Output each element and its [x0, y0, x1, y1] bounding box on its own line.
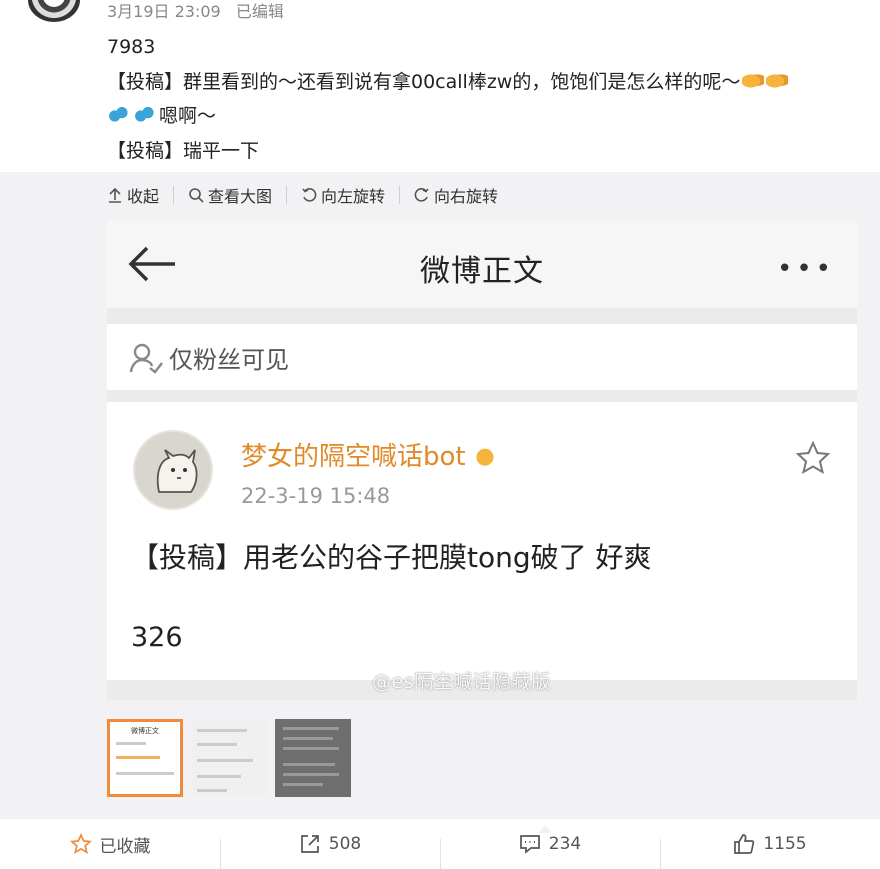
thumbnail-line	[283, 737, 333, 740]
favorite-label: 已收藏	[99, 836, 151, 857]
like-button[interactable]: 1155	[660, 833, 880, 869]
post-line-3-text: 嗯啊～	[159, 105, 217, 127]
comment-count: 234	[548, 834, 582, 854]
toolbar-divider	[173, 186, 175, 204]
sweat-emoji-icon	[107, 105, 129, 125]
weibo-watermark: @es隔空喊话隐藏版	[372, 671, 551, 693]
fans-only-label: 仅粉丝可见	[169, 346, 289, 374]
star-outline-icon	[69, 833, 92, 855]
image-nav-title: 微博正文	[420, 254, 544, 289]
thumbnail-2[interactable]	[191, 719, 267, 797]
more-icon: •••	[776, 254, 835, 284]
fans-only-icon	[129, 343, 163, 374]
thumbnail-line	[197, 775, 241, 778]
media-panel: 收起 查看大图 向左旋转 向右旋转 微博正文 ••• 仅粉丝可见 梦女的隔空喊话…	[0, 172, 880, 819]
rotate-left-button[interactable]: 向左旋转	[301, 183, 385, 207]
post-image[interactable]: 微博正文 ••• 仅粉丝可见 梦女的隔空喊话bot 22-3-19 15:48 …	[107, 220, 857, 700]
repost-button[interactable]: 508	[220, 825, 552, 869]
rotate-left-icon	[302, 188, 317, 202]
thumbnail-line	[283, 747, 339, 750]
repost-count: 508	[328, 834, 362, 854]
repost-caret	[538, 825, 552, 833]
share-icon	[300, 835, 319, 853]
cat-sketch-icon	[156, 449, 198, 493]
thumbs-up-icon	[734, 834, 755, 854]
comment-icon	[519, 835, 540, 854]
thumbnail-line	[197, 789, 227, 792]
thumbnail-line	[283, 773, 339, 776]
thumbnail-line	[283, 727, 339, 730]
post-line-3: 嗯啊～	[107, 99, 867, 134]
rotate-right-icon	[414, 188, 429, 202]
post-timestamp[interactable]: 3月19日 23:09	[107, 2, 221, 21]
thumbnail-line	[197, 759, 253, 762]
thumbnail-strip: 微博正文	[107, 719, 351, 797]
thumbnail-line	[116, 756, 160, 759]
image-post-date: 22-3-19 15:48	[241, 484, 391, 508]
thumbnail-1-title: 微博正文	[131, 727, 159, 735]
image-post-count: 326	[131, 622, 183, 653]
toolbar-divider	[399, 186, 401, 204]
post-line-4: 【投稿】瑞平一下	[107, 139, 260, 162]
clap-emoji-icon	[766, 71, 789, 90]
clap-emoji-icon	[742, 71, 765, 90]
view-large-button[interactable]: 查看大图	[188, 183, 272, 207]
view-large-label: 查看大图	[208, 187, 273, 206]
image-nav-bar: 微博正文 •••	[107, 220, 857, 308]
author-name: 梦女的隔空喊话bot	[241, 436, 498, 473]
collapse-button[interactable]: 收起	[107, 183, 159, 207]
star-icon	[795, 440, 831, 475]
author-name-text: 梦女的隔空喊话bot	[241, 442, 466, 472]
post-line-2: 【投稿】群里看到的～还看到说有拿00call棒zw的，饱饱们是怎么样的呢～	[107, 65, 867, 100]
thumbnail-3[interactable]	[275, 719, 351, 797]
thumbnail-1[interactable]: 微博正文	[107, 719, 183, 797]
magnifier-icon	[189, 188, 204, 203]
collapse-label: 收起	[127, 187, 160, 206]
post-line-1: 7983	[107, 36, 156, 58]
action-bar: 已收藏 508 234 1155	[0, 819, 880, 869]
crown-badge-icon	[471, 444, 498, 466]
image-post-body: 【投稿】用老公的谷子把膜tong破了 好爽	[131, 541, 652, 574]
rotate-left-label: 向左旋转	[321, 187, 386, 206]
favorite-button[interactable]: 已收藏	[0, 832, 220, 857]
post-text: 7983 【投稿】群里看到的～还看到说有拿00call棒zw的，饱饱们是怎么样的…	[107, 30, 867, 168]
edited-label[interactable]: 已编辑	[236, 2, 284, 21]
like-count: 1155	[763, 834, 807, 854]
thumbnail-line	[116, 742, 146, 745]
thumbnail-line	[197, 729, 247, 732]
author-avatar	[133, 430, 213, 510]
user-avatar[interactable]	[28, 0, 80, 22]
image-visibility-row: 仅粉丝可见	[107, 324, 857, 390]
collapse-icon	[109, 187, 121, 203]
rotate-right-label: 向右旋转	[434, 187, 499, 206]
comment-button[interactable]: 234	[440, 833, 660, 869]
thumbnail-line	[283, 783, 323, 786]
thumbnail-line	[283, 763, 335, 766]
post-meta: 3月19日 23:09 已编辑	[107, 0, 284, 22]
image-post-card: 梦女的隔空喊话bot 22-3-19 15:48 【投稿】用老公的谷子把膜ton…	[107, 402, 857, 680]
rotate-right-button[interactable]: 向右旋转	[414, 183, 498, 207]
toolbar-divider	[286, 186, 288, 204]
media-toolbar: 收起 查看大图 向左旋转 向右旋转	[107, 182, 498, 208]
thumbnail-line	[197, 743, 237, 746]
sweat-emoji-icon	[133, 105, 155, 125]
post-line-2-text: 【投稿】群里看到的～还看到说有拿00call棒zw的，饱饱们是怎么样的呢～	[107, 70, 741, 93]
thumbnail-line	[116, 772, 174, 775]
